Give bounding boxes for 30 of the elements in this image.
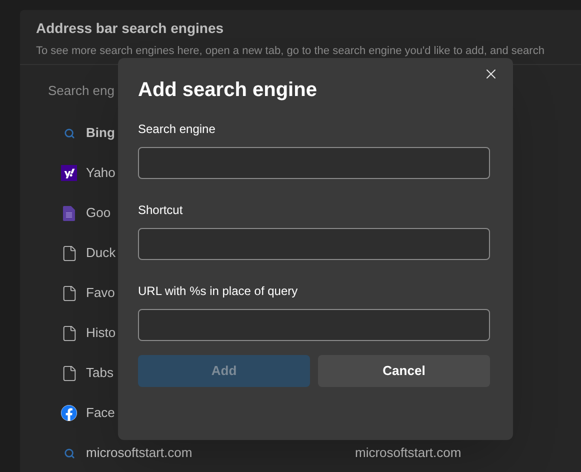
field-label: URL with %s in place of query xyxy=(138,284,299,299)
file-icon xyxy=(60,284,78,302)
dialog-title: Add search engine xyxy=(138,78,317,102)
engine-name: Favo xyxy=(86,284,115,302)
input-field[interactable] xyxy=(138,147,490,179)
engine-name: Histo xyxy=(86,324,116,342)
field-label: Search engine xyxy=(138,122,216,137)
search-icon xyxy=(64,448,74,458)
yahoo-logo-icon xyxy=(61,165,77,181)
search-field[interactable]: Search eng xyxy=(48,80,118,100)
file-icon xyxy=(60,244,78,262)
file-icon xyxy=(60,364,78,382)
document-icon xyxy=(63,206,75,220)
input-field[interactable] xyxy=(138,309,490,341)
file-icon xyxy=(60,324,78,342)
engine-keyword: microsoftstart.com xyxy=(355,444,462,462)
cancel-button[interactable]: Cancel xyxy=(318,355,490,387)
engine-name: Duck xyxy=(86,244,116,262)
facebook-logo-icon xyxy=(61,405,77,421)
engine-name: microsoftstart.com xyxy=(86,444,192,462)
field-label: Shortcut xyxy=(138,203,184,218)
section-description: To see more search engines here, open a new tab, go to the search engine you'd like to add, and search xyxy=(36,44,546,58)
engine-name: Goo xyxy=(86,204,111,222)
engine-name: Tabs xyxy=(86,364,114,382)
search-icon xyxy=(64,128,74,138)
engine-name: Face xyxy=(86,404,115,422)
engine-name: Bing xyxy=(86,124,115,142)
input-field[interactable] xyxy=(138,228,490,260)
section-title: Address bar search engines xyxy=(36,19,225,37)
engine-name: Yaho xyxy=(86,164,116,182)
